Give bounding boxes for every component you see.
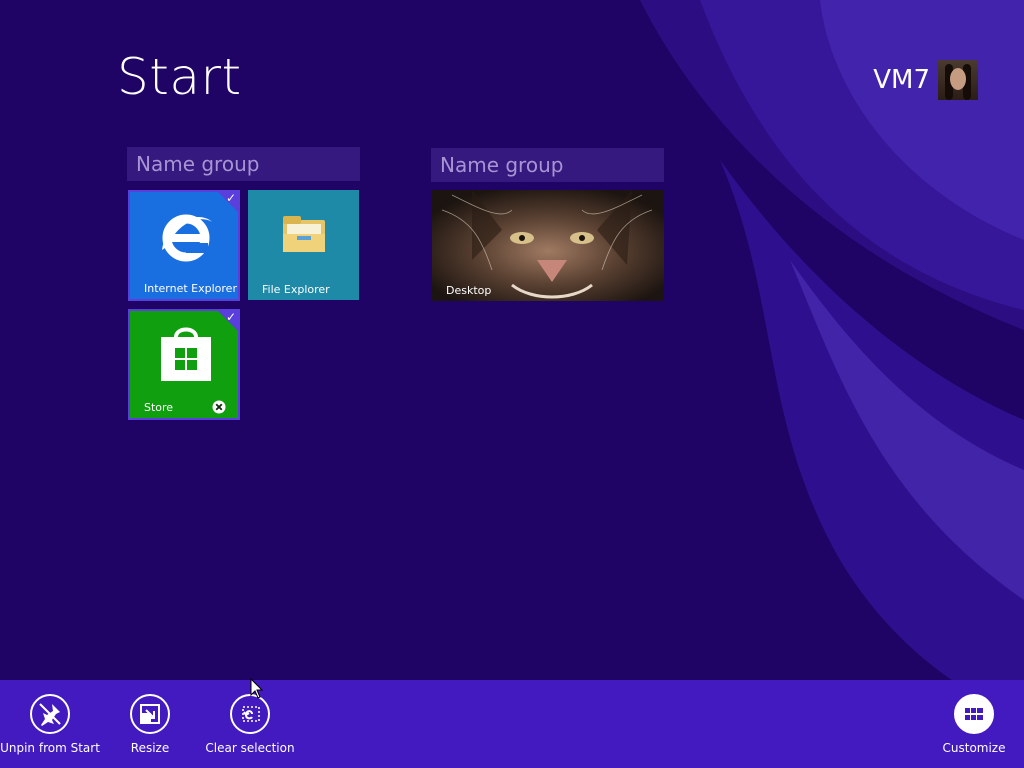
customize-icon bbox=[965, 708, 983, 720]
app-bar: Unpin from Start Resize Clear selection … bbox=[0, 680, 1024, 768]
tile-label-store: Store bbox=[144, 401, 174, 414]
avatar[interactable] bbox=[938, 60, 978, 100]
resize-icon bbox=[140, 704, 160, 724]
tile-store[interactable]: Store ✓ bbox=[128, 309, 240, 420]
unpin-label: Unpin from Start bbox=[0, 741, 100, 755]
clear-selection-icon bbox=[242, 706, 260, 722]
tile-label-desktop: Desktop bbox=[446, 284, 492, 297]
unpin-icon bbox=[39, 703, 61, 726]
internet-explorer-icon bbox=[162, 214, 212, 262]
unpin-button-circle bbox=[30, 694, 70, 734]
check-icon: ✓ bbox=[225, 310, 236, 324]
group-name-field-1[interactable]: Name group bbox=[127, 147, 360, 181]
mouse-cursor-icon bbox=[250, 678, 264, 699]
unpin-from-start-button[interactable]: Unpin from Start bbox=[0, 680, 100, 768]
customize-button[interactable]: Customize bbox=[934, 680, 1014, 768]
resize-button-circle bbox=[130, 694, 170, 734]
resize-button[interactable]: Resize bbox=[110, 680, 190, 768]
user-account[interactable]: VM7 bbox=[873, 60, 978, 100]
store-bag-icon bbox=[161, 327, 211, 381]
customize-button-circle bbox=[954, 694, 994, 734]
tile-desktop[interactable]: Desktop bbox=[432, 190, 664, 301]
resize-label: Resize bbox=[130, 741, 170, 755]
tile-label-file-explorer: File Explorer bbox=[262, 283, 330, 296]
notification-close-icon[interactable] bbox=[212, 400, 226, 414]
user-name: VM7 bbox=[873, 65, 930, 95]
tile-internet-explorer[interactable]: Internet Explorer ✓ bbox=[128, 190, 240, 301]
clear-selection-button-circle bbox=[230, 694, 270, 734]
group-name-field-2[interactable]: Name group bbox=[431, 148, 664, 182]
start-title: Start bbox=[117, 48, 242, 106]
clear-selection-label: Clear selection bbox=[205, 741, 295, 755]
check-icon: ✓ bbox=[225, 191, 236, 205]
tile-file-explorer[interactable]: File Explorer bbox=[248, 190, 359, 300]
start-screen: Start VM7 Name group Internet Explorer ✓… bbox=[0, 0, 1024, 768]
folder-icon bbox=[283, 216, 325, 252]
tile-label-internet-explorer: Internet Explorer bbox=[144, 282, 237, 295]
customize-label: Customize bbox=[942, 741, 1006, 755]
